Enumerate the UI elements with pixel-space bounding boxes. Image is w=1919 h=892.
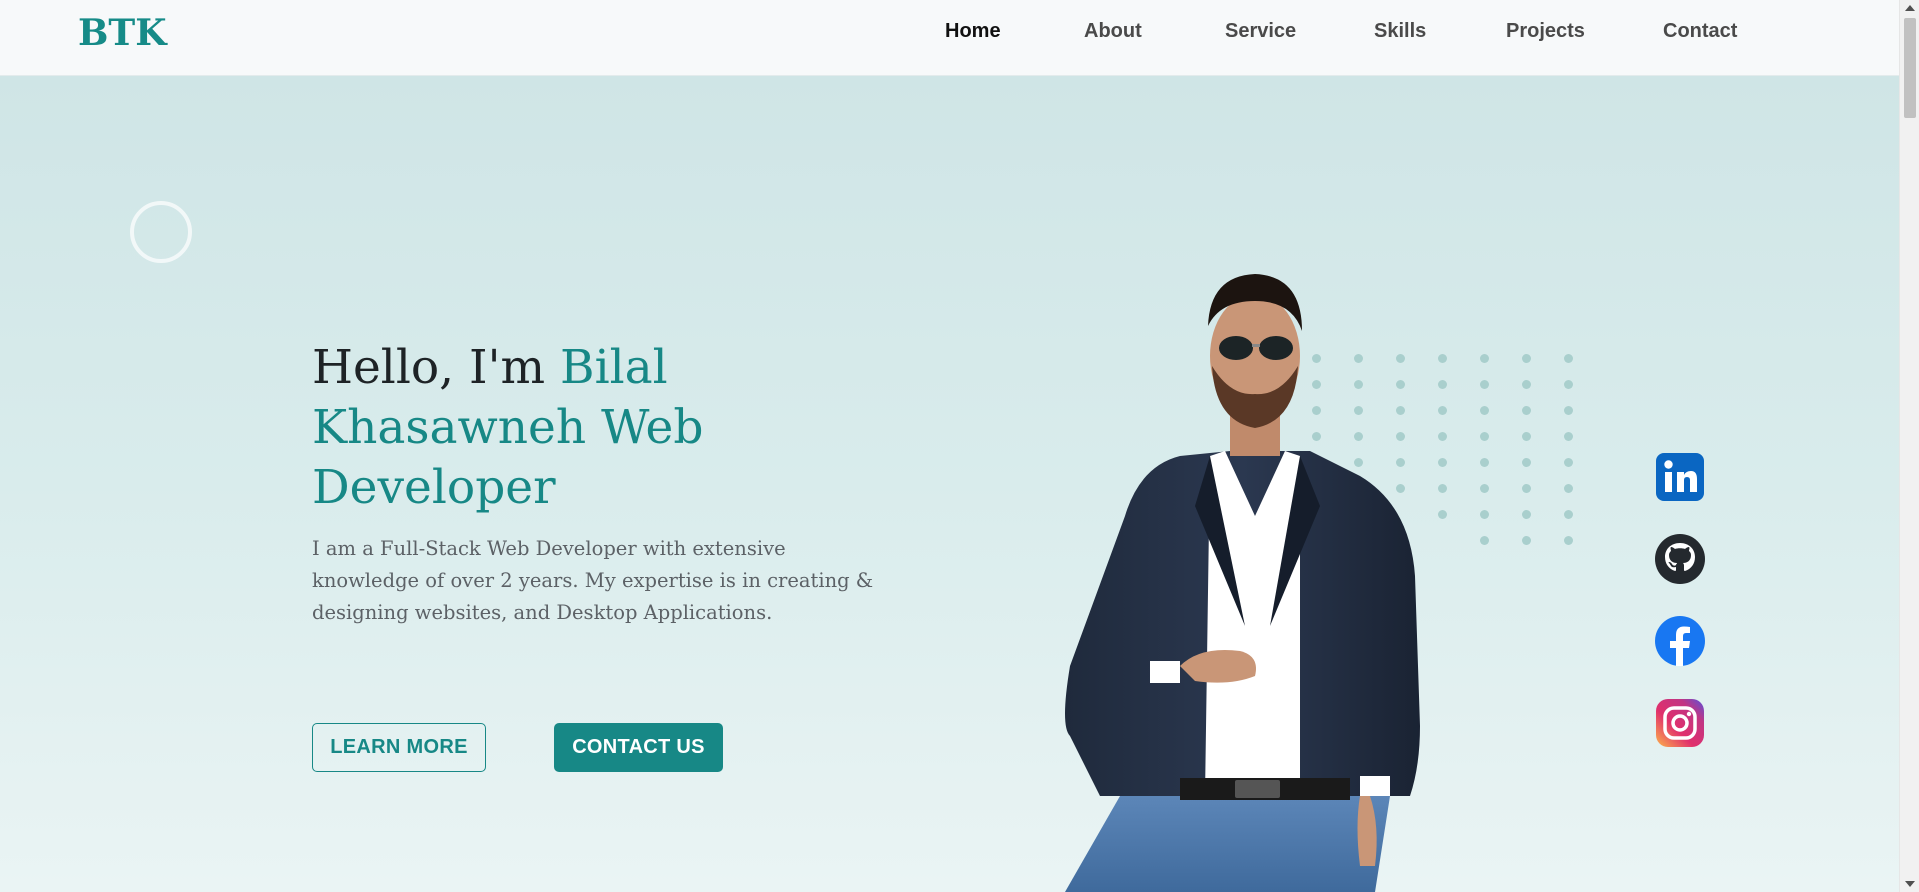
nav-link-home[interactable]: Home bbox=[945, 20, 1001, 43]
hero-section: Hello, I'm Bilal Khasawneh Web Developer I… bbox=[0, 76, 1899, 892]
decorative-dot bbox=[1522, 432, 1531, 441]
hero-name-line-2: Khasawneh Web bbox=[312, 400, 704, 455]
decorative-dot bbox=[1480, 432, 1489, 441]
decorative-dot bbox=[1480, 484, 1489, 493]
decorative-dot bbox=[1522, 354, 1531, 363]
decorative-dot bbox=[1522, 458, 1531, 467]
decorative-dot bbox=[1564, 380, 1573, 389]
decorative-dot bbox=[1522, 536, 1531, 545]
decorative-dot bbox=[1480, 406, 1489, 415]
decorative-dot bbox=[1522, 406, 1531, 415]
learn-more-button[interactable]: LEARN MORE bbox=[312, 723, 486, 772]
decorative-dot bbox=[1480, 510, 1489, 519]
linkedin-icon[interactable] bbox=[1654, 451, 1706, 503]
hero-headline: Hello, I'm Bilal Khasawneh Web Developer bbox=[312, 338, 872, 518]
nav-link-projects[interactable]: Projects bbox=[1506, 20, 1585, 43]
nav-link-skills[interactable]: Skills bbox=[1374, 20, 1426, 43]
hero-greeting: Hello, I'm bbox=[312, 340, 561, 395]
navbar: BTK Home About Service Skills Projects C… bbox=[0, 0, 1899, 76]
decorative-dot bbox=[1522, 380, 1531, 389]
decorative-dot bbox=[1522, 484, 1531, 493]
instagram-icon[interactable] bbox=[1654, 697, 1706, 749]
hero-name-line-1: Bilal bbox=[560, 340, 668, 395]
page: BTK Home About Service Skills Projects C… bbox=[0, 0, 1899, 892]
scroll-down-arrow-icon[interactable] bbox=[1905, 881, 1915, 887]
decorative-dot bbox=[1480, 536, 1489, 545]
nav-links: Home About Service Skills Projects Conta… bbox=[0, 20, 1899, 50]
vertical-scrollbar[interactable] bbox=[1899, 0, 1919, 892]
hero-description: I am a Full-Stack Web Developer with ext… bbox=[312, 537, 874, 624]
decorative-dot bbox=[1564, 354, 1573, 363]
scroll-up-arrow-icon[interactable] bbox=[1905, 5, 1915, 11]
decorative-dot bbox=[1564, 536, 1573, 545]
nav-link-about[interactable]: About bbox=[1084, 20, 1142, 43]
scroll-thumb[interactable] bbox=[1904, 18, 1916, 118]
facebook-icon[interactable] bbox=[1654, 615, 1706, 667]
decorative-dot bbox=[1480, 380, 1489, 389]
decorative-dot bbox=[1480, 354, 1489, 363]
portrait-image bbox=[1065, 274, 1420, 892]
decorative-dot bbox=[1522, 510, 1531, 519]
decorative-dot bbox=[1564, 484, 1573, 493]
decorative-dot bbox=[1564, 406, 1573, 415]
contact-us-button[interactable]: CONTACT US bbox=[554, 723, 723, 772]
hero-name-line-3: Developer bbox=[312, 460, 556, 515]
nav-link-service[interactable]: Service bbox=[1225, 20, 1296, 43]
decorative-dot bbox=[1564, 432, 1573, 441]
decorative-dot bbox=[1480, 458, 1489, 467]
nav-link-contact[interactable]: Contact bbox=[1663, 20, 1737, 43]
decorative-ring bbox=[130, 201, 192, 263]
decorative-dot bbox=[1564, 510, 1573, 519]
decorative-dot bbox=[1564, 458, 1573, 467]
github-icon[interactable] bbox=[1654, 533, 1706, 585]
